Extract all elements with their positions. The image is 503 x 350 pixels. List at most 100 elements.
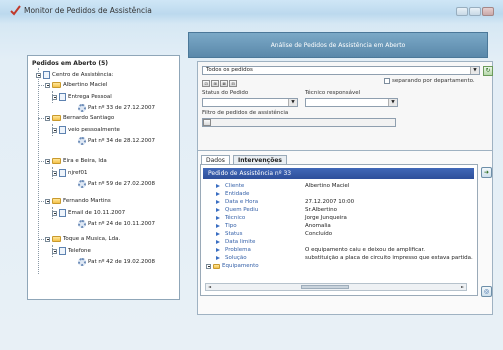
collapse-icon[interactable] bbox=[52, 248, 57, 254]
bullet-icon bbox=[216, 240, 220, 244]
title-bar: Monitor de Pedidos de Assistência bbox=[0, 0, 503, 24]
field-label-cliente[interactable]: Cliente bbox=[216, 183, 244, 189]
minimize-button[interactable] bbox=[456, 7, 468, 16]
field-value-tecnico: Jorge Junqueira bbox=[305, 215, 347, 221]
horizontal-scrollbar[interactable]: ◄ ► bbox=[205, 283, 467, 291]
ticket-icon bbox=[78, 220, 86, 228]
field-label-entidade[interactable]: Entidade bbox=[216, 191, 249, 197]
banner-title: Análise de Pedidos de Assistência em Abe… bbox=[270, 41, 406, 49]
tree-item-ticket[interactable]: Pat nº 33 de 27.12.2007 bbox=[78, 104, 155, 112]
split-by-department-checkbox[interactable] bbox=[384, 78, 390, 84]
tree-root-row[interactable]: Centro de Assistência: bbox=[36, 71, 113, 79]
collapse-icon[interactable] bbox=[45, 115, 50, 121]
collapse-icon[interactable] bbox=[52, 127, 57, 133]
globe-icon[interactable]: ◎ bbox=[481, 286, 492, 297]
field-label-status[interactable]: Status bbox=[216, 231, 243, 237]
field-label: Entidade bbox=[225, 191, 250, 197]
bullet-icon bbox=[216, 208, 220, 212]
request-scope-select[interactable]: Todos os pedidos ▼ bbox=[202, 66, 480, 75]
tree-item-ticket[interactable]: Pat nº 42 de 19.02.2008 bbox=[78, 258, 155, 266]
close-button[interactable] bbox=[482, 7, 494, 16]
window-title: Monitor de Pedidos de Assistência bbox=[24, 6, 152, 15]
filter-button[interactable] bbox=[203, 119, 211, 126]
tree-item-client[interactable]: Fernando Martins bbox=[45, 198, 111, 204]
open-requests-tree[interactable]: Pedidos em Aberto (5) Centro de Assistên… bbox=[27, 55, 180, 300]
collapse-icon[interactable] bbox=[45, 198, 50, 204]
split-checkbox-label: separando por departamento. bbox=[392, 78, 475, 84]
bullet-icon bbox=[216, 248, 220, 252]
scroll-left-icon[interactable]: ◄ bbox=[206, 284, 213, 290]
client-name: Eira e Beira, lda bbox=[63, 158, 107, 164]
field-label-solucao[interactable]: Solução bbox=[216, 255, 247, 261]
bullet-icon bbox=[216, 256, 220, 260]
collapse-icon[interactable] bbox=[52, 94, 57, 100]
tree-item-entity[interactable]: Email de 10.11.2007 bbox=[52, 209, 125, 217]
bullet-icon bbox=[216, 216, 220, 220]
collapse-icon[interactable] bbox=[45, 158, 50, 164]
scrollbar-thumb[interactable] bbox=[301, 285, 349, 289]
filter-input[interactable] bbox=[202, 118, 396, 127]
field-label-data-limite[interactable]: Data limite bbox=[216, 239, 255, 245]
field-label-tecnico[interactable]: Técnico bbox=[216, 215, 245, 221]
collapse-icon[interactable] bbox=[52, 170, 57, 176]
tree-item-client[interactable]: Bernardo Santiago bbox=[45, 115, 114, 121]
ticket-label: Pat nº 24 de 10.11.2007 bbox=[88, 221, 156, 227]
document-icon bbox=[59, 209, 66, 217]
field-label-problema[interactable]: Problema bbox=[216, 247, 251, 253]
toolbar-button-2[interactable]: ⊞ bbox=[211, 80, 219, 87]
tree-item-client[interactable]: Eira e Beira, lda bbox=[45, 158, 107, 164]
field-value-tipo: Anomalia bbox=[305, 223, 331, 229]
tree-item-entity[interactable]: njref01 bbox=[52, 169, 87, 177]
field-label-tipo[interactable]: Tipo bbox=[216, 223, 237, 229]
window-controls bbox=[456, 7, 496, 17]
toolbar-button-3[interactable]: ⊠ bbox=[220, 80, 228, 87]
expand-icon[interactable] bbox=[206, 263, 211, 269]
tree-header-row[interactable]: Pedidos em Aberto (5) bbox=[32, 60, 108, 67]
tree-header: Pedidos em Aberto (5) bbox=[32, 60, 109, 67]
tree-item-client[interactable]: Albertino Maciel bbox=[45, 82, 107, 88]
field-label-equipamento[interactable]: Equipamento bbox=[206, 263, 259, 269]
scroll-right-icon[interactable]: ► bbox=[459, 284, 466, 290]
field-label-data-hora[interactable]: Data e Hora bbox=[216, 199, 258, 205]
tree-item-ticket[interactable]: Pat nº 34 de 28.12.2007 bbox=[78, 137, 155, 145]
status-select[interactable]: ▼ bbox=[202, 98, 298, 107]
request-scope-value: Todos os pedidos bbox=[206, 67, 253, 73]
export-icon[interactable]: ➜ bbox=[481, 167, 492, 178]
field-label: Status bbox=[225, 231, 243, 237]
field-label-quem-pediu[interactable]: Quem Pediu bbox=[216, 207, 258, 213]
tree-item-entity[interactable]: veio pessoalmente bbox=[52, 126, 120, 134]
entity-name: Email de 10.11.2007 bbox=[68, 210, 126, 216]
bullet-icon bbox=[216, 184, 220, 188]
client-name: Toque a Musica, Lda. bbox=[63, 236, 121, 242]
collapse-icon[interactable] bbox=[36, 72, 41, 78]
client-name: Fernando Martins bbox=[63, 198, 111, 204]
field-value-data-hora: 27.12.2007 10:00 bbox=[305, 199, 355, 205]
chevron-down-icon[interactable]: ▼ bbox=[470, 67, 479, 74]
field-value-quem-pediu: Sr.Albertino bbox=[305, 207, 337, 213]
tree-item-client[interactable]: Toque a Musica, Lda. bbox=[45, 236, 120, 242]
collapse-icon[interactable] bbox=[45, 82, 50, 88]
tree-item-ticket[interactable]: Pat nº 59 de 27.02.2008 bbox=[78, 180, 155, 188]
toolbar-button-4[interactable]: ⊟ bbox=[229, 80, 237, 87]
tree-item-ticket[interactable]: Pat nº 24 de 10.11.2007 bbox=[78, 220, 155, 228]
bullet-icon bbox=[216, 192, 220, 196]
toolbar-button-1[interactable]: ⊡ bbox=[202, 80, 210, 87]
refresh-button[interactable]: ↻ bbox=[483, 66, 493, 76]
technician-select[interactable]: ▼ bbox=[305, 98, 398, 107]
entity-name: njref01 bbox=[68, 170, 88, 176]
field-label: Quem Pediu bbox=[225, 207, 259, 213]
maximize-button[interactable] bbox=[469, 7, 481, 16]
ticket-icon bbox=[78, 104, 86, 112]
field-label: Equipamento bbox=[222, 263, 259, 269]
tree-item-entity[interactable]: Entrega Pessoal bbox=[52, 93, 112, 101]
collapse-icon[interactable] bbox=[52, 210, 57, 216]
chevron-down-icon[interactable]: ▼ bbox=[288, 99, 297, 106]
center-icon bbox=[43, 71, 50, 79]
chevron-down-icon[interactable]: ▼ bbox=[388, 99, 397, 106]
field-value-problema: O equipamento caiu e deixou de amplifica… bbox=[305, 247, 425, 253]
document-icon bbox=[59, 169, 66, 177]
tree-item-entity[interactable]: Telefone bbox=[52, 247, 91, 255]
folder-icon bbox=[52, 158, 61, 164]
collapse-icon[interactable] bbox=[45, 236, 50, 242]
bullet-icon bbox=[216, 232, 220, 236]
